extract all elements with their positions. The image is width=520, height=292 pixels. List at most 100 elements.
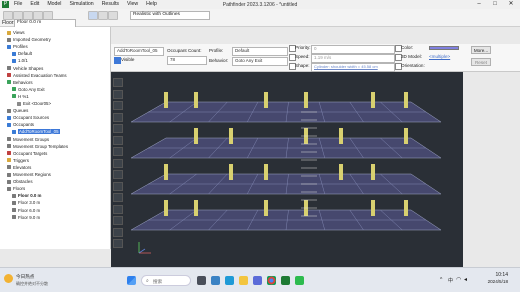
tree-item[interactable]: Occupant Sources	[0, 115, 49, 120]
tree-item[interactable]: Vehicle Shapes	[0, 66, 43, 71]
wifi-icon[interactable]: ◠	[456, 276, 461, 283]
edge-icon[interactable]	[225, 276, 234, 285]
menu-view[interactable]: View	[127, 1, 138, 7]
menu-edit[interactable]: Edit	[30, 1, 39, 7]
delete-icon[interactable]	[113, 239, 123, 248]
stair-icon[interactable]	[113, 124, 123, 133]
tree-item[interactable]: Floors	[0, 186, 25, 191]
visible-checkbox[interactable]	[114, 57, 121, 64]
region-icon[interactable]	[113, 193, 123, 202]
pillar-occupant-marker[interactable]	[164, 200, 168, 216]
tree-item[interactable]: Floor 6.0 m	[0, 208, 40, 213]
occupant-icon[interactable]	[113, 181, 123, 191]
room-icon[interactable]	[113, 89, 123, 99]
tree-item[interactable]: Elevators	[0, 165, 31, 170]
windows-start-icon[interactable]	[127, 276, 136, 285]
pillar-occupant-marker[interactable]	[194, 92, 198, 108]
priority-field[interactable]: 0	[311, 44, 395, 54]
pillar-occupant-marker[interactable]	[229, 164, 233, 180]
pillar-occupant-marker[interactable]	[264, 92, 268, 108]
pillar-occupant-marker[interactable]	[404, 128, 408, 144]
wall-icon[interactable]	[113, 101, 123, 110]
wechat-icon[interactable]	[295, 276, 304, 285]
stairwell[interactable]	[301, 111, 317, 217]
pillar-occupant-marker[interactable]	[304, 92, 308, 108]
tree-item[interactable]: Floor 3.0 m	[0, 200, 40, 205]
elevator-icon[interactable]	[113, 158, 123, 168]
pillar-occupant-marker[interactable]	[339, 164, 343, 180]
search-box[interactable]: ⌕ 搜索	[141, 275, 191, 286]
ramp-icon[interactable]	[113, 135, 123, 145]
tree-item[interactable]: Queues	[0, 108, 28, 113]
task-view-icon[interactable]	[197, 276, 206, 285]
pillar-occupant-marker[interactable]	[229, 128, 233, 144]
tree-item[interactable]: Imported Geometry	[0, 37, 51, 42]
3d-viewport[interactable]	[111, 72, 463, 267]
tree-item[interactable]: AddToRoomTool_05	[0, 129, 60, 135]
widgets-icon[interactable]	[211, 276, 220, 285]
chrome-icon[interactable]	[267, 276, 276, 285]
occupant-count-field[interactable]: 78	[167, 56, 207, 65]
floor-slab[interactable]	[130, 173, 442, 195]
tree-item[interactable]: Occupant Targets	[0, 151, 47, 156]
door-icon[interactable]	[113, 112, 123, 122]
measure-icon[interactable]	[113, 216, 123, 225]
pillar-occupant-marker[interactable]	[164, 92, 168, 108]
more-button[interactable]: More...	[471, 46, 491, 54]
menu-results[interactable]: Results	[102, 1, 119, 7]
grid-icon[interactable]	[108, 11, 118, 20]
escalator-icon[interactable]	[113, 147, 123, 156]
tree-item[interactable]: Obstacles	[0, 179, 33, 184]
tree-item[interactable]: Assisted Evacuation Teams	[0, 73, 67, 78]
pillar-occupant-marker[interactable]	[164, 164, 168, 180]
explorer-icon[interactable]	[239, 276, 248, 285]
menu-simulation[interactable]: Simulation	[69, 1, 93, 7]
pillar-occupant-marker[interactable]	[404, 200, 408, 216]
grid-icon[interactable]	[113, 227, 123, 237]
pillar-occupant-marker[interactable]	[264, 200, 268, 216]
tree-item[interactable]: Floor 9.0 m	[0, 215, 40, 220]
tree-item[interactable]: Movement Group Templates	[0, 144, 68, 149]
tree-item[interactable]: Occupants	[0, 122, 34, 127]
weather-icon[interactable]	[4, 274, 13, 283]
weather-headline[interactable]: 今日热点	[16, 274, 34, 280]
floor-slab[interactable]	[130, 137, 442, 159]
select-icon[interactable]	[113, 78, 123, 87]
tree-item[interactable]: 1.0/1	[0, 58, 28, 63]
tree-item[interactable]: Profiles	[0, 44, 28, 49]
tree-item[interactable]: H %1	[0, 94, 29, 99]
view-mode-select[interactable]: Realistic with Outlines	[130, 11, 210, 20]
model3d-link[interactable]: <multiple>	[429, 54, 450, 59]
tree-item[interactable]: Triggers	[0, 158, 29, 163]
pathfinder-taskbar-icon[interactable]	[281, 276, 290, 285]
clock-date[interactable]: 2024/5/18	[478, 279, 508, 284]
clock-time[interactable]: 10:14	[478, 272, 508, 278]
new-icon[interactable]	[3, 11, 13, 20]
store-icon[interactable]	[253, 276, 262, 285]
pillar-occupant-marker[interactable]	[194, 128, 198, 144]
tree-item[interactable]: Default	[0, 51, 32, 56]
pillar-occupant-marker[interactable]	[371, 200, 375, 216]
menu-file[interactable]: File	[14, 1, 22, 7]
render-icon[interactable]	[98, 11, 108, 20]
pillar-occupant-marker[interactable]	[264, 164, 268, 180]
tree-item[interactable]: Floor 0.0 m	[0, 193, 41, 198]
menu-help[interactable]: Help	[146, 1, 157, 7]
floor-slab[interactable]	[130, 209, 442, 231]
tree-item[interactable]: Goto Any Exit	[0, 87, 45, 92]
name-field[interactable]: AddToRoomTool_05	[114, 47, 164, 56]
shape-field[interactable]: Cylinder: shoulder width = 45.58 cm	[311, 62, 395, 72]
input-language[interactable]: 中	[448, 277, 453, 284]
pillar-occupant-marker[interactable]	[339, 128, 343, 144]
pillar-occupant-marker[interactable]	[404, 92, 408, 108]
reset-button[interactable]: Reset	[471, 58, 491, 66]
pillar-occupant-marker[interactable]	[371, 164, 375, 180]
pathfinder-app-icon[interactable]: P	[2, 1, 9, 8]
profile-select[interactable]: Default	[232, 47, 288, 56]
tree-item[interactable]: Movement Regions	[0, 172, 51, 177]
tray-chevron-icon[interactable]: ^	[440, 277, 442, 283]
close-button[interactable]: ✕	[504, 0, 518, 9]
menu-model[interactable]: Model	[47, 1, 61, 7]
tree-item[interactable]: Exit <Door05>	[0, 101, 51, 106]
behavior-select[interactable]: Goto Any Exit	[232, 57, 288, 66]
